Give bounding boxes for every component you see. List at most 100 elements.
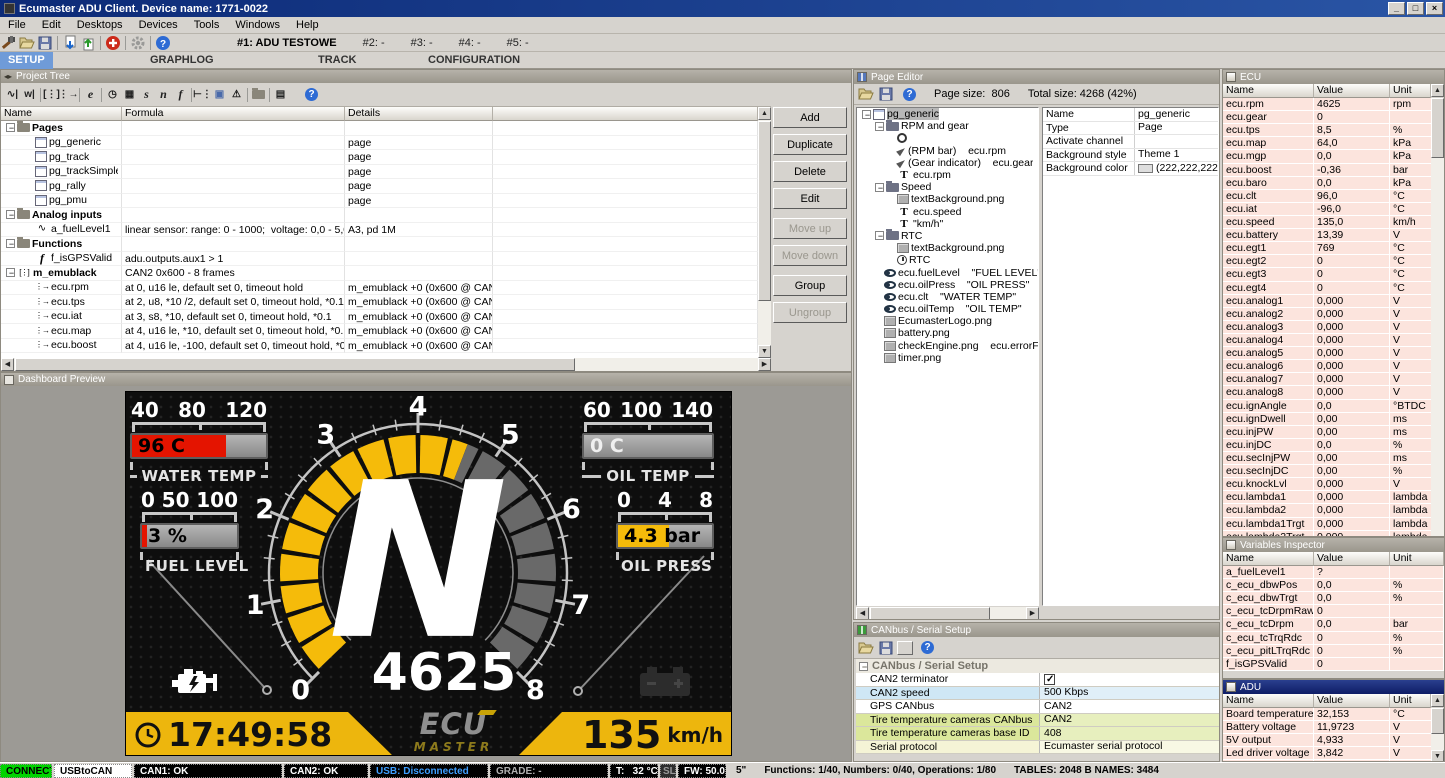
number-icon[interactable]: n: [155, 87, 172, 103]
main-tab[interactable]: SETUP: [0, 52, 53, 69]
main-tab[interactable]: CONFIGURATION: [420, 52, 528, 69]
project-tree-row[interactable]: f_isGPSValid adu.outputs.aux1 > 1: [1, 252, 758, 267]
data-row[interactable]: ecu.secInjPW 0,00 ms: [1223, 452, 1433, 465]
scroll-thumb[interactable]: [1431, 708, 1444, 734]
text-icon[interactable]: ▤: [272, 87, 289, 103]
main-tab[interactable]: TRACK: [310, 52, 365, 69]
scroll-down-icon[interactable]: ▼: [758, 345, 771, 358]
open-project-icon[interactable]: [19, 35, 35, 51]
page-editor-tree-item[interactable]: "km/h": [857, 218, 1038, 230]
canbus-setting-row[interactable]: Tire temperature cameras CANbus CAN2: [856, 714, 1219, 728]
data-row[interactable]: ecu.clt 96,0 °C: [1223, 190, 1433, 203]
column-header-formula[interactable]: Formula: [122, 107, 345, 121]
save-icon[interactable]: [878, 640, 894, 656]
scroll-right-icon[interactable]: ▶: [758, 358, 771, 371]
checkbox[interactable]: [1044, 674, 1055, 685]
data-row[interactable]: ecu.battery 13,39 V: [1223, 229, 1433, 242]
open-icon[interactable]: [858, 86, 874, 102]
data-row[interactable]: ecu.analog3 0,000 V: [1223, 321, 1433, 334]
data-row[interactable]: c_ecu_tcDrpmRaw 0: [1223, 605, 1444, 618]
enum-icon[interactable]: e: [82, 87, 99, 103]
project-tree-row[interactable]: ecu.boost at 4, u16 le, -100, default se…: [1, 339, 758, 354]
project-tree-row[interactable]: ecu.rpm at 0, u16 le, default set 0, tim…: [1, 281, 758, 296]
data-row[interactable]: c_ecu_tcTrqRdc 0 %: [1223, 632, 1444, 645]
add-device-icon[interactable]: [105, 35, 121, 51]
page-editor-tree-item[interactable]: ecu.oilPress "OIL PRESS" battery: [857, 279, 1038, 291]
scroll-thumb[interactable]: [15, 358, 575, 371]
expand-icon[interactable]: [6, 268, 15, 277]
project-tree-row[interactable]: pg_generic page: [1, 136, 758, 151]
minimize-button[interactable]: _: [1388, 2, 1405, 15]
canbus-input-icon[interactable]: ⋮→: [60, 87, 77, 103]
page-editor-tree-item[interactable]: checkEngine.png ecu.errorFlags: [857, 340, 1038, 352]
sep[interactable]: [247, 88, 248, 102]
menu-item[interactable]: Tools: [186, 19, 228, 31]
data-row[interactable]: c_ecu_pitLTrqRdc 0 %: [1223, 645, 1444, 658]
data-row[interactable]: ecu.lambda2 0,000 lambda: [1223, 504, 1433, 517]
page-editor-tree-item[interactable]: [857, 132, 1038, 144]
string-icon[interactable]: s: [138, 87, 155, 103]
help-icon[interactable]: ?: [921, 641, 934, 654]
data-row[interactable]: ecu.egt1 769 °C: [1223, 242, 1433, 255]
data-row[interactable]: ecu.lambda1 0,000 lambda: [1223, 491, 1433, 504]
scroll-down-icon[interactable]: ▼: [1431, 750, 1444, 762]
device-slot[interactable]: #2: -: [363, 37, 385, 49]
help-icon[interactable]: ?: [303, 87, 320, 103]
property-row[interactable]: Activate channel: [1043, 135, 1218, 149]
scroll-thumb[interactable]: [870, 607, 990, 620]
alert-icon[interactable]: ⚠: [228, 87, 245, 103]
data-row[interactable]: ecu.lambda1Trgt 0,000 lambda: [1223, 518, 1433, 531]
data-row[interactable]: ecu.iat -96,0 °C: [1223, 203, 1433, 216]
settings-icon[interactable]: [130, 35, 146, 51]
ecu-vscrollbar[interactable]: [1431, 98, 1444, 537]
device-slot[interactable]: #5: -: [507, 37, 529, 49]
sep[interactable]: [40, 88, 41, 102]
project-tree-button[interactable]: Edit: [773, 188, 847, 209]
data-row[interactable]: ecu.mgp 0,0 kPa: [1223, 150, 1433, 163]
menu-item[interactable]: Edit: [34, 19, 69, 31]
expand-icon[interactable]: [875, 231, 884, 240]
project-tree-button[interactable]: Add: [773, 107, 847, 128]
menu-item[interactable]: Devices: [131, 19, 186, 31]
column-header-details[interactable]: Details: [345, 107, 493, 121]
data-row[interactable]: Board temperature 32,153 °C: [1223, 708, 1433, 721]
expand-icon[interactable]: [6, 123, 15, 132]
data-row[interactable]: ecu.map 64,0 kPa: [1223, 137, 1433, 150]
page-editor-tree-item[interactable]: ecu.speed: [857, 206, 1038, 218]
project-tree-row[interactable]: pg_rally page: [1, 179, 758, 194]
data-row[interactable]: ecu.analog5 0,000 V: [1223, 347, 1433, 360]
canbus-setting-row[interactable]: Tire temperature cameras base ID 408: [856, 727, 1219, 741]
data-row[interactable]: a_fuelLevel1 ?: [1223, 566, 1444, 579]
menu-item[interactable]: File: [0, 19, 34, 31]
property-row[interactable]: Type Page: [1043, 122, 1218, 136]
project-tree-row[interactable]: a_fuelLevel1 linear sensor: range: 0 - 1…: [1, 223, 758, 238]
project-tree-row[interactable]: Pages: [1, 121, 758, 136]
data-row[interactable]: c_ecu_dbwPos 0,0 %: [1223, 579, 1444, 592]
scroll-left-icon[interactable]: ◀: [856, 607, 869, 620]
data-row[interactable]: ecu.analog2 0,000 V: [1223, 308, 1433, 321]
table-icon[interactable]: ▦: [121, 87, 138, 103]
data-row[interactable]: ecu.knockLvl 0,000 V: [1223, 478, 1433, 491]
close-button[interactable]: ×: [1426, 2, 1443, 15]
scroll-right-icon[interactable]: ▶: [1026, 607, 1039, 620]
property-row[interactable]: Background color (222,222,222): [1043, 162, 1218, 176]
read-device-icon[interactable]: [62, 35, 78, 51]
page-editor-tree-item[interactable]: RTC: [857, 254, 1038, 266]
expand-icon[interactable]: [6, 239, 15, 248]
column-header-unit[interactable]: Unit: [1390, 552, 1444, 566]
sep[interactable]: [269, 88, 270, 102]
column-header-name[interactable]: Name: [1223, 84, 1314, 98]
data-row[interactable]: c_ecu_dbwTrgt 0,0 %: [1223, 592, 1444, 605]
canbus-setting-row[interactable]: CAN2 speed 500 Kbps: [856, 687, 1219, 701]
sep[interactable]: [79, 88, 80, 102]
data-row[interactable]: ecu.baro 0,0 kPa: [1223, 177, 1433, 190]
panel-icon[interactable]: ▣: [211, 87, 228, 103]
column-header-name[interactable]: Name: [1223, 552, 1314, 566]
scroll-thumb[interactable]: [758, 121, 771, 301]
expand-icon[interactable]: [6, 210, 15, 219]
device-slot[interactable]: #3: -: [411, 37, 433, 49]
property-row[interactable]: Name pg_generic: [1043, 108, 1218, 122]
page-editor-tree-item[interactable]: Speed: [857, 181, 1038, 193]
make-icon[interactable]: [1, 35, 17, 51]
scroll-up-icon[interactable]: ▲: [1431, 694, 1444, 707]
